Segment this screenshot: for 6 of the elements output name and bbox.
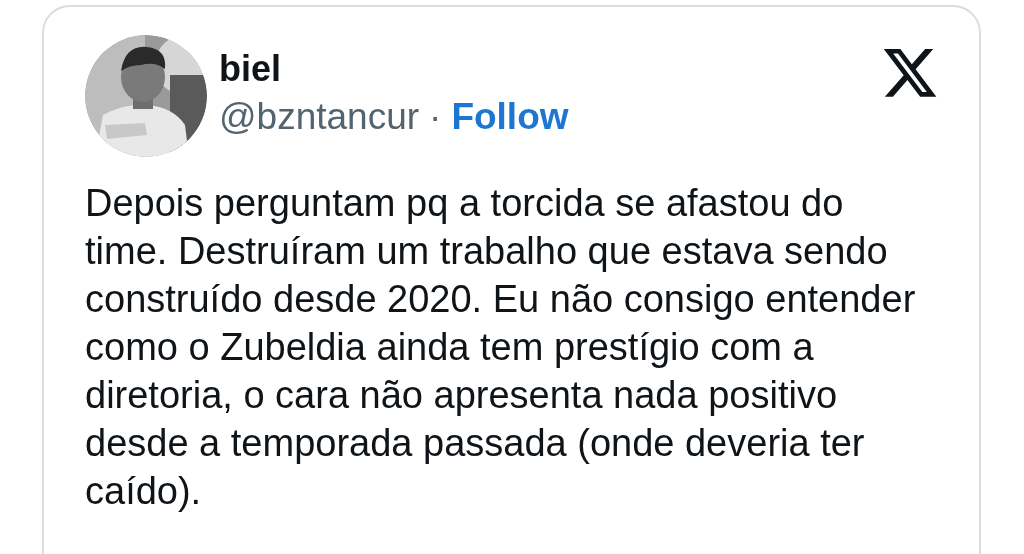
separator-dot: · bbox=[429, 97, 442, 137]
user-handle: @bzntancur bbox=[219, 97, 420, 137]
x-logo-icon[interactable] bbox=[883, 49, 939, 99]
display-name: biel bbox=[219, 49, 282, 89]
follow-link[interactable]: Follow bbox=[451, 97, 569, 137]
post-text: Depois perguntam pq a torcida se afastou do time. Destruíram um trabalho que estava sendo construído desde 2020. Eu não consigo entender como o Zubeldia ainda tem prestígio com a diretoria, o cara não apresenta nada positivo desde a temporada passada (onde deveria ter caído). bbox=[85, 181, 917, 514]
